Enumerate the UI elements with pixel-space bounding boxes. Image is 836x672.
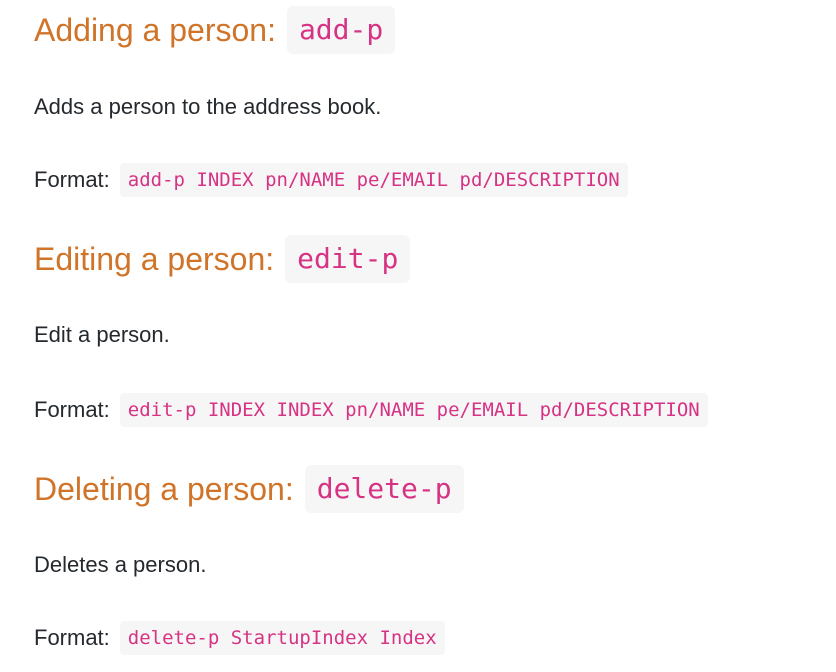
add-person-format: Format: add-p INDEX pn/NAME pe/EMAIL pd/… (34, 163, 628, 197)
edit-person-format-code: edit-p INDEX INDEX pn/NAME pe/EMAIL pd/D… (119, 393, 708, 427)
add-person-heading: Adding a person: add-p (34, 6, 396, 54)
edit-person-heading: Editing a person: edit-p (34, 235, 411, 283)
delete-person-description: Deletes a person. (34, 552, 207, 577)
edit-person-command-code: edit-p (285, 235, 411, 283)
delete-person-format: Format: delete-p StartupIndex Index (34, 621, 445, 655)
add-person-description: Adds a person to the address book. (34, 94, 382, 119)
delete-person-command-code: delete-p (304, 465, 464, 513)
add-person-command-code: add-p (286, 6, 396, 54)
edit-person-format-label: Format: (34, 397, 110, 422)
add-person-heading-text: Adding a person: (34, 12, 276, 48)
add-person-format-label: Format: (34, 167, 110, 192)
add-person-format-code: add-p INDEX pn/NAME pe/EMAIL pd/DESCRIPT… (119, 163, 628, 197)
edit-person-heading-text: Editing a person: (34, 241, 275, 277)
edit-person-description: Edit a person. (34, 322, 170, 347)
delete-person-format-label: Format: (34, 625, 110, 650)
delete-person-heading: Deleting a person: delete-p (34, 465, 464, 513)
edit-person-format: Format: edit-p INDEX INDEX pn/NAME pe/EM… (34, 393, 708, 427)
delete-person-heading-text: Deleting a person: (34, 471, 294, 507)
delete-person-format-code: delete-p StartupIndex Index (119, 621, 445, 655)
